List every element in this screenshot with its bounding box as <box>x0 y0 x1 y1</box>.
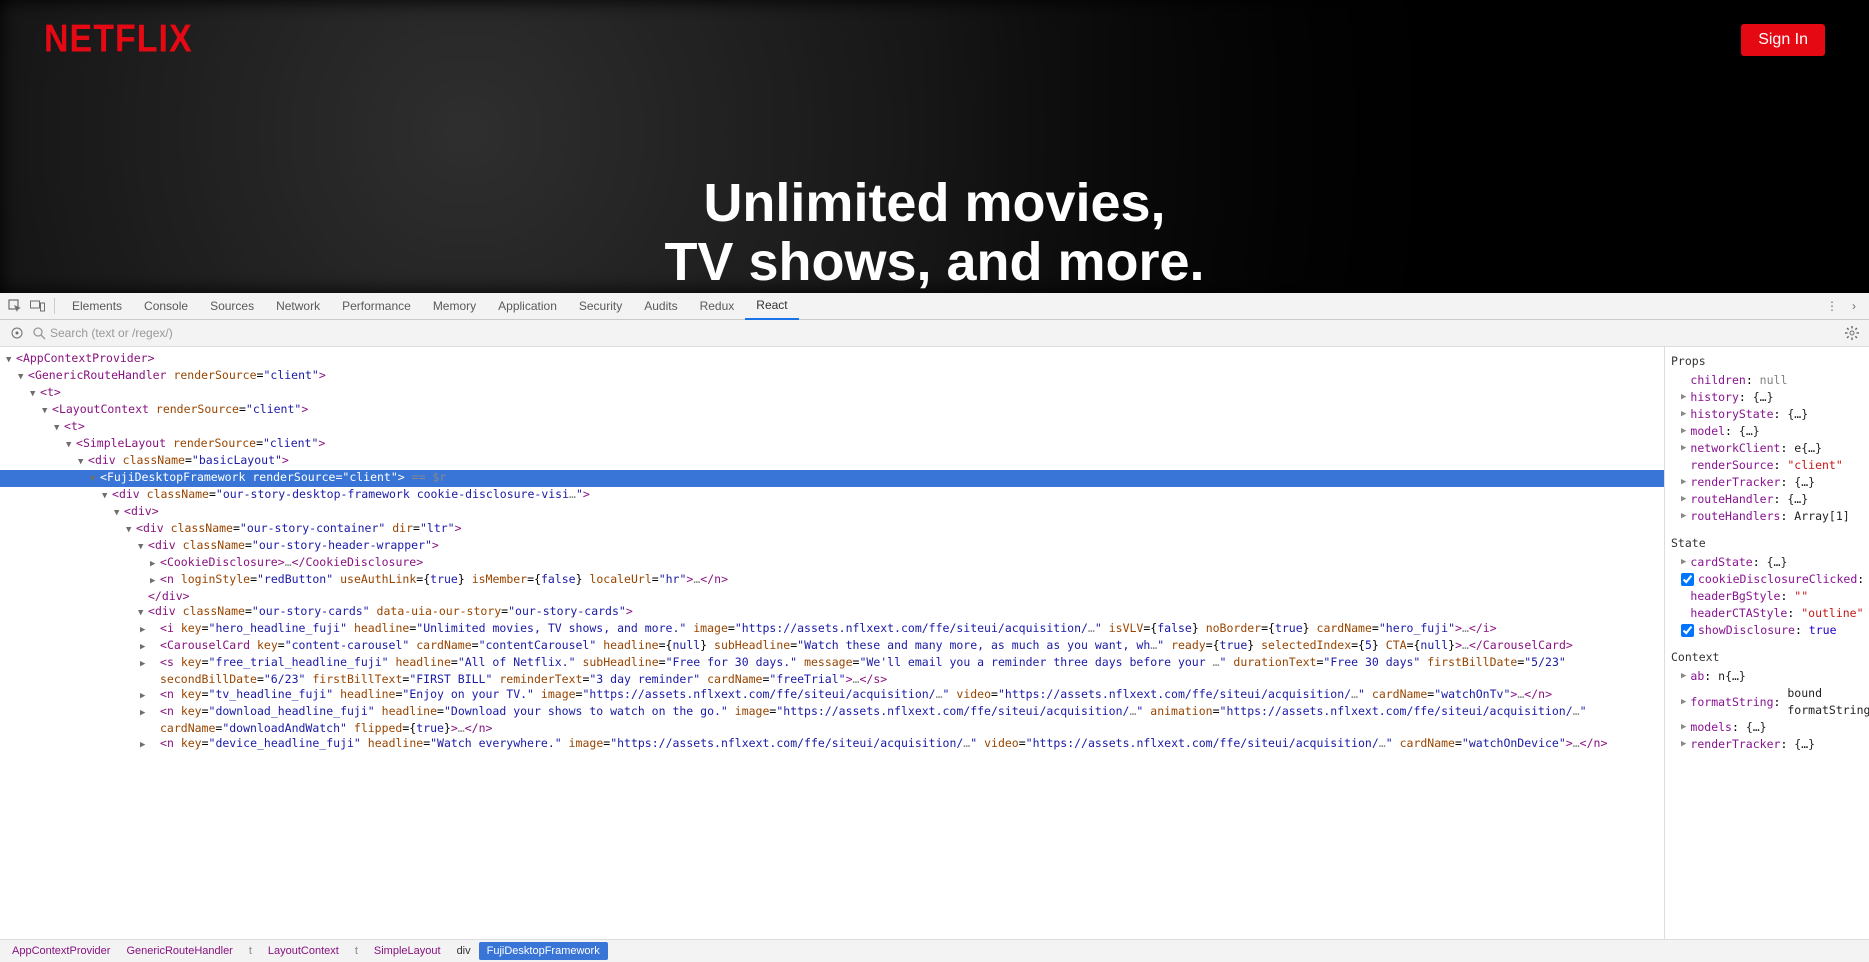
sidebar-prop-row[interactable]: ▶routeHandler: {…} <box>1671 491 1863 508</box>
devtools-tab-console[interactable]: Console <box>133 293 199 319</box>
state-checkbox[interactable] <box>1681 573 1694 586</box>
tree-row[interactable]: <i key="hero_headline_fuji" headline="Un… <box>0 621 1664 638</box>
sidebar-prop-row[interactable]: ▶networkClient: e{…} <box>1671 440 1863 457</box>
tree-row[interactable]: <CookieDisclosure>…</CookieDisclosure> <box>0 555 1664 572</box>
devtools-tab-redux[interactable]: Redux <box>689 293 746 319</box>
sidebar-prop-row[interactable]: ▶cardState: {…} <box>1671 554 1863 571</box>
netflix-logo: NETFLIX <box>44 17 193 62</box>
devtools-tab-memory[interactable]: Memory <box>422 293 487 319</box>
state-checkbox[interactable] <box>1681 624 1694 637</box>
sidebar-section-head: Context <box>1671 647 1863 668</box>
component-breadcrumb[interactable]: AppContextProviderGenericRouteHandlertLa… <box>0 939 1869 962</box>
sidebar-prop-row[interactable]: ▶renderTracker: {…} <box>1671 474 1863 491</box>
devtools-tab-security[interactable]: Security <box>568 293 633 319</box>
breadcrumb-item[interactable]: LayoutContext <box>260 942 347 960</box>
breadcrumb-item[interactable]: AppContextProvider <box>4 942 118 960</box>
sidebar-prop-row[interactable]: ▶headerBgStyle: "" <box>1671 588 1863 605</box>
tree-row[interactable]: <SimpleLayout renderSource="client"> <box>0 436 1664 453</box>
breadcrumb-item[interactable]: t <box>241 942 260 960</box>
tree-row[interactable]: <LayoutContext renderSource="client"> <box>0 402 1664 419</box>
breadcrumb-item[interactable]: SimpleLayout <box>366 942 449 960</box>
tree-row[interactable]: <div className="our-story-container" dir… <box>0 521 1664 538</box>
separator <box>54 298 55 314</box>
tree-row[interactable]: <div className="our-story-cards" data-ui… <box>0 604 1664 621</box>
tree-row[interactable]: </div> <box>0 589 1664 604</box>
gear-icon[interactable] <box>1841 322 1863 344</box>
sidebar-section-head: Props <box>1671 351 1863 372</box>
props-sidebar[interactable]: Props▶children: null▶history: {…}▶histor… <box>1664 347 1869 939</box>
sign-in-button[interactable]: Sign In <box>1741 24 1825 56</box>
sidebar-prop-row[interactable]: ▶routeHandlers: Array[1] <box>1671 508 1863 525</box>
device-toolbar-icon[interactable] <box>26 295 48 317</box>
devtools-tab-performance[interactable]: Performance <box>331 293 422 319</box>
tree-row[interactable]: <t> <box>0 385 1664 402</box>
hero-line-2: TV shows, and more. <box>0 233 1869 292</box>
target-icon[interactable] <box>6 322 28 344</box>
breadcrumb-item[interactable]: div <box>449 942 479 960</box>
tree-row[interactable]: <div> <box>0 504 1664 521</box>
sidebar-prop-row[interactable]: ▶models: {…} <box>1671 719 1863 736</box>
devtools-tab-application[interactable]: Application <box>487 293 568 319</box>
tree-row[interactable]: <n key="device_headline_fuji" headline="… <box>0 736 1664 753</box>
sidebar-prop-row[interactable]: ▶children: null <box>1671 372 1863 389</box>
hero-headline: Unlimited movies, TV shows, and more. <box>0 174 1869 293</box>
devtools-tab-sources[interactable]: Sources <box>199 293 265 319</box>
inspect-element-icon[interactable] <box>4 295 26 317</box>
page-header: NETFLIX Sign In <box>0 0 1869 59</box>
rendered-page: NETFLIX Sign In Unlimited movies, TV sho… <box>0 0 1869 293</box>
hero-line-1: Unlimited movies, <box>0 174 1869 233</box>
tree-row[interactable]: <FujiDesktopFramework renderSource="clie… <box>0 470 1664 487</box>
tree-row[interactable]: <CarouselCard key="content-carousel" car… <box>0 638 1664 655</box>
sidebar-prop-row[interactable]: ▶headerCTAStyle: "outline" <box>1671 605 1863 622</box>
react-toolbar <box>0 320 1869 347</box>
react-search-input[interactable] <box>50 326 1841 340</box>
devtools-tab-react[interactable]: React <box>745 292 798 320</box>
devtools-tab-elements[interactable]: Elements <box>61 293 133 319</box>
sidebar-prop-row[interactable]: showDisclosure: true <box>1671 622 1863 639</box>
tree-row[interactable]: <div className="our-story-header-wrapper… <box>0 538 1664 555</box>
devtools-tab-network[interactable]: Network <box>265 293 331 319</box>
more-icon[interactable]: ⋮ <box>1821 295 1843 317</box>
component-tree[interactable]: <AppContextProvider><GenericRouteHandler… <box>0 347 1664 939</box>
breadcrumb-item[interactable]: t <box>347 942 366 960</box>
sidebar-prop-row[interactable]: ▶renderSource: "client" <box>1671 457 1863 474</box>
sidebar-prop-row[interactable]: cookieDisclosureClicked: true <box>1671 571 1863 588</box>
sidebar-prop-row[interactable]: ▶history: {…} <box>1671 389 1863 406</box>
tree-row[interactable]: <n key="download_headline_fuji" headline… <box>0 704 1664 736</box>
sidebar-prop-row[interactable]: ▶model: {…} <box>1671 423 1863 440</box>
sidebar-prop-row[interactable]: ▶historyState: {…} <box>1671 406 1863 423</box>
sidebar-section-head: State <box>1671 533 1863 554</box>
tree-row[interactable]: <n key="tv_headline_fuji" headline="Enjo… <box>0 687 1664 704</box>
sidebar-prop-row[interactable]: ▶renderTracker: {…} <box>1671 736 1863 753</box>
tree-row[interactable]: <div className="basicLayout"> <box>0 453 1664 470</box>
tree-row[interactable]: <s key="free_trial_headline_fuji" headli… <box>0 655 1664 687</box>
tree-row[interactable]: <t> <box>0 419 1664 436</box>
search-icon[interactable] <box>28 322 50 344</box>
sidebar-prop-row[interactable]: ▶formatString: bound formatString <box>1671 685 1863 719</box>
devtools-panel: ElementsConsoleSourcesNetworkPerformance… <box>0 293 1869 962</box>
sidebar-prop-row[interactable]: ▶ab: n{…} <box>1671 668 1863 685</box>
tree-row[interactable]: <GenericRouteHandler renderSource="clien… <box>0 368 1664 385</box>
devtools-tabbar: ElementsConsoleSourcesNetworkPerformance… <box>0 293 1869 320</box>
tree-row[interactable]: <n loginStyle="redButton" useAuthLink={t… <box>0 572 1664 589</box>
chevron-right-icon[interactable]: › <box>1843 295 1865 317</box>
tree-row[interactable]: <AppContextProvider> <box>0 351 1664 368</box>
tree-row[interactable]: <div className="our-story-desktop-framew… <box>0 487 1664 504</box>
breadcrumb-item[interactable]: FujiDesktopFramework <box>479 942 608 960</box>
breadcrumb-item[interactable]: GenericRouteHandler <box>118 942 240 960</box>
devtools-tab-audits[interactable]: Audits <box>633 293 688 319</box>
react-body: <AppContextProvider><GenericRouteHandler… <box>0 347 1869 939</box>
